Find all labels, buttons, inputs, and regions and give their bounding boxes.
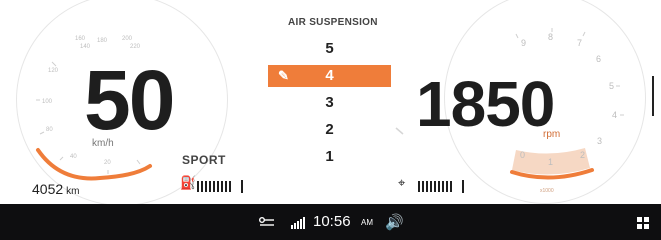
rpm-unit: rpm [543, 129, 561, 140]
rpm-readout: 1850 [416, 68, 555, 140]
svg-text:5: 5 [609, 81, 614, 91]
instrument-cluster: 160 180 200 140 220 120 100 80 40 20 50 km/h S… [0, 0, 661, 204]
clock-time: 10:56 [313, 213, 351, 230]
tachometer-scale: 9 8 7 6 5 4 3 2 1 0 x1000 [395, 28, 624, 194]
svg-text:x1000: x1000 [540, 188, 554, 194]
svg-text:4: 4 [612, 110, 617, 120]
svg-text:6: 6 [596, 54, 601, 64]
volume-icon[interactable]: 🔊 [385, 213, 404, 231]
svg-text:9: 9 [521, 38, 526, 48]
svg-text:3: 3 [597, 136, 602, 146]
coolant-temperature-icon: ⌖ [398, 176, 406, 191]
svg-text:8: 8 [548, 32, 553, 42]
app-grid-icon[interactable] [637, 217, 649, 229]
svg-text:0: 0 [520, 150, 525, 160]
status-bar: 10:56 AM 🔊 [0, 204, 661, 240]
key-icon[interactable] [258, 217, 276, 228]
tachometer-edge-marker [652, 76, 654, 116]
svg-text:2: 2 [580, 150, 585, 160]
signal-strength-icon [291, 217, 305, 229]
svg-text:1: 1 [548, 157, 553, 167]
coolant-temperature-bars [418, 180, 464, 193]
clock-ampm: AM [361, 218, 373, 227]
svg-text:7: 7 [577, 38, 582, 48]
